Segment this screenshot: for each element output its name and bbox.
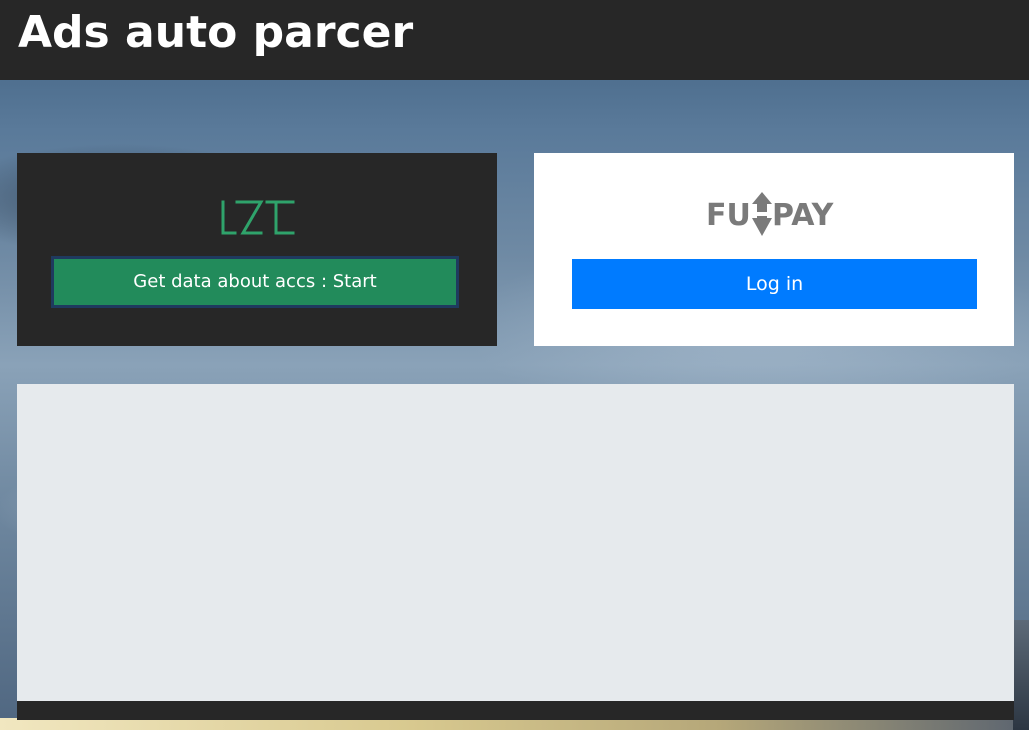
lzt-logo-icon — [221, 200, 295, 235]
funpay-logo-left-text: FU — [706, 198, 751, 233]
start-parsing-button[interactable]: Get data about accs : Start — [51, 256, 459, 308]
output-panel — [17, 384, 1014, 701]
background-rock — [1013, 620, 1029, 730]
funpay-arrows-icon — [752, 192, 772, 236]
funpay-card: FU PAY Log in — [534, 153, 1014, 346]
output-footer-bar — [17, 701, 1014, 720]
header-bar: Ads auto parcer — [0, 0, 1029, 80]
lzt-card: Get data about accs : Start — [17, 153, 497, 346]
page-title: Ads auto parcer — [18, 7, 414, 58]
funpay-logo-icon: FU PAY — [706, 192, 835, 236]
funpay-logo-right-text: PAY — [772, 198, 835, 233]
login-button[interactable]: Log in — [572, 259, 977, 309]
